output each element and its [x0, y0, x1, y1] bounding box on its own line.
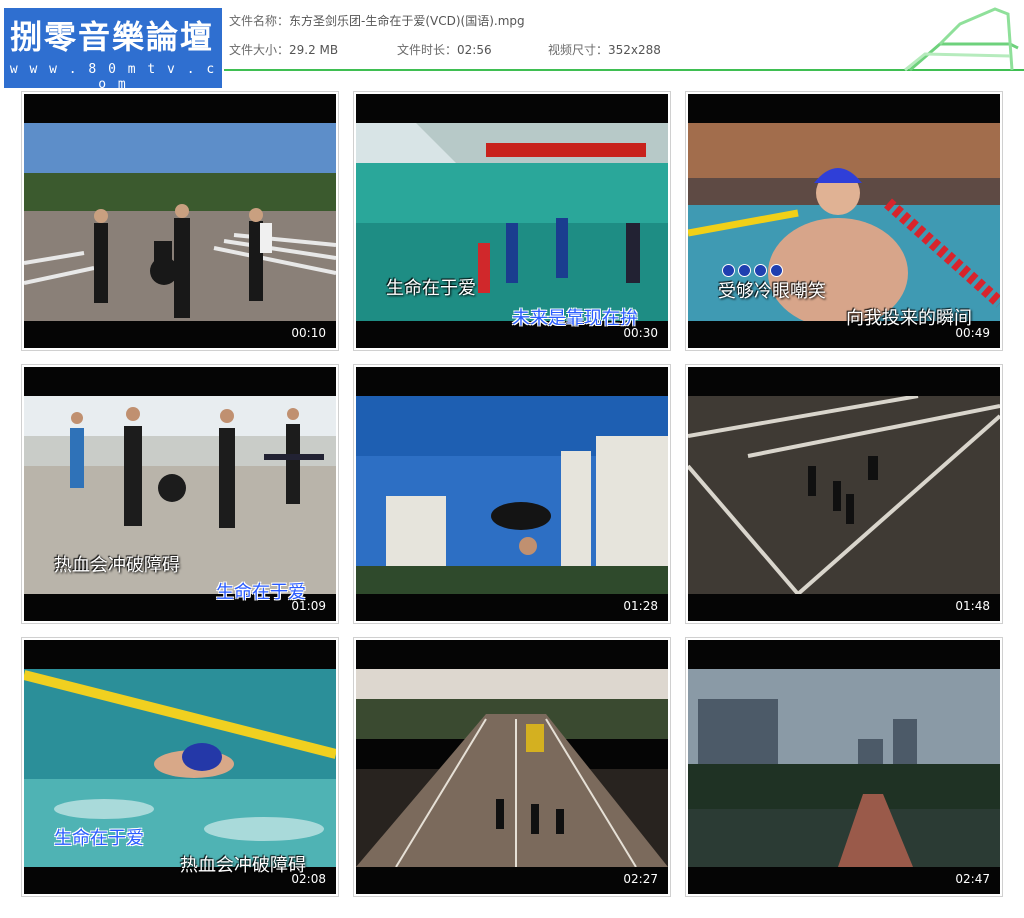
lyric-line: 受够冷眼嘲笑	[718, 281, 826, 302]
lyric-line: 未来是靠现在拚	[512, 308, 638, 329]
corner-decoration	[900, 4, 1020, 72]
thumbnail-9[interactable]: 02:47	[685, 637, 1003, 897]
timestamp: 02:08	[291, 872, 326, 886]
thumbnail-8[interactable]: 02:27	[353, 637, 671, 897]
file-size-label: 文件大小：	[229, 43, 290, 57]
file-size-info: 文件大小：29.2 MB	[229, 41, 338, 58]
video-dimensions-label: 视频尺寸：	[548, 43, 609, 57]
video-frame: 02:27	[356, 640, 668, 894]
scene-band-parking-lot	[688, 396, 1000, 594]
video-dimensions-info: 视频尺寸：352x288	[548, 41, 661, 58]
file-duration-value: 02:56	[457, 43, 492, 57]
video-frame: 热血会冲破障碍 生命在于爱 01:09	[24, 367, 336, 621]
timestamp: 00:30	[623, 326, 658, 340]
lyric-line: 热血会冲破障碍	[54, 555, 180, 576]
timestamp: 02:47	[955, 872, 990, 886]
video-frame: 00:10	[24, 94, 336, 348]
scene-city-bridge	[688, 669, 1000, 867]
thumbnail-1[interactable]: 00:10	[21, 91, 339, 351]
video-frame: 受够冷眼嘲笑 向我投来的瞬间 00:49	[688, 94, 1000, 348]
file-name-label: 文件名称：	[229, 14, 290, 28]
timestamp: 00:49	[955, 326, 990, 340]
thumbnail-6[interactable]: 01:48	[685, 364, 1003, 624]
lyric-line: 热血会冲破障碍	[180, 855, 306, 876]
scene-band-on-road	[24, 123, 336, 321]
scene-flip-city	[356, 396, 668, 594]
file-name-info: 文件名称：东方圣剑乐团-生命在于爱(VCD)(国语).mpg	[229, 12, 525, 29]
timestamp: 01:09	[291, 599, 326, 613]
video-frame: 生命在于爱 热血会冲破障碍 02:08	[24, 640, 336, 894]
file-duration-info: 文件时长：02:56	[397, 41, 492, 58]
video-frame: 02:47	[688, 640, 1000, 894]
logo-title: 捌零音樂論壇	[10, 18, 215, 56]
video-frame: 01:48	[688, 367, 1000, 621]
file-duration-label: 文件时长：	[397, 43, 458, 57]
lyric-line: 向我投来的瞬间	[846, 308, 972, 329]
file-size-value: 29.2 MB	[289, 43, 339, 57]
timestamp: 01:48	[955, 599, 990, 613]
scene-band-on-highway	[356, 669, 668, 867]
lyric-line: 生命在于爱	[54, 828, 144, 849]
video-dimensions-value: 352x288	[608, 43, 661, 57]
timestamp: 02:27	[623, 872, 658, 886]
lyric-line: 生命在于爱	[386, 278, 476, 299]
thumbnail-7[interactable]: 生命在于爱 热血会冲破障碍 02:08	[21, 637, 339, 897]
thumbnail-4[interactable]: 热血会冲破障碍 生命在于爱 01:09	[21, 364, 339, 624]
logo-url: w w w . 8 0 m t v . c o m	[9, 62, 217, 92]
thumbnail-2[interactable]: 生命在于爱 未来是靠现在拚 00:30	[353, 91, 671, 351]
thumbnail-5[interactable]: 01:28	[353, 364, 671, 624]
site-logo: 捌零音樂論壇 w w w . 8 0 m t v . c o m	[4, 8, 222, 92]
thumbnail-3[interactable]: 受够冷眼嘲笑 向我投来的瞬间 00:49	[685, 91, 1003, 351]
file-name-value: 东方圣剑乐团-生命在于爱(VCD)(国语).mpg	[289, 14, 525, 28]
video-frame: 生命在于爱 未来是靠现在拚 00:30	[356, 94, 668, 348]
video-frame: 01:28	[356, 367, 668, 621]
timestamp: 00:10	[291, 326, 326, 340]
timestamp: 01:28	[623, 599, 658, 613]
